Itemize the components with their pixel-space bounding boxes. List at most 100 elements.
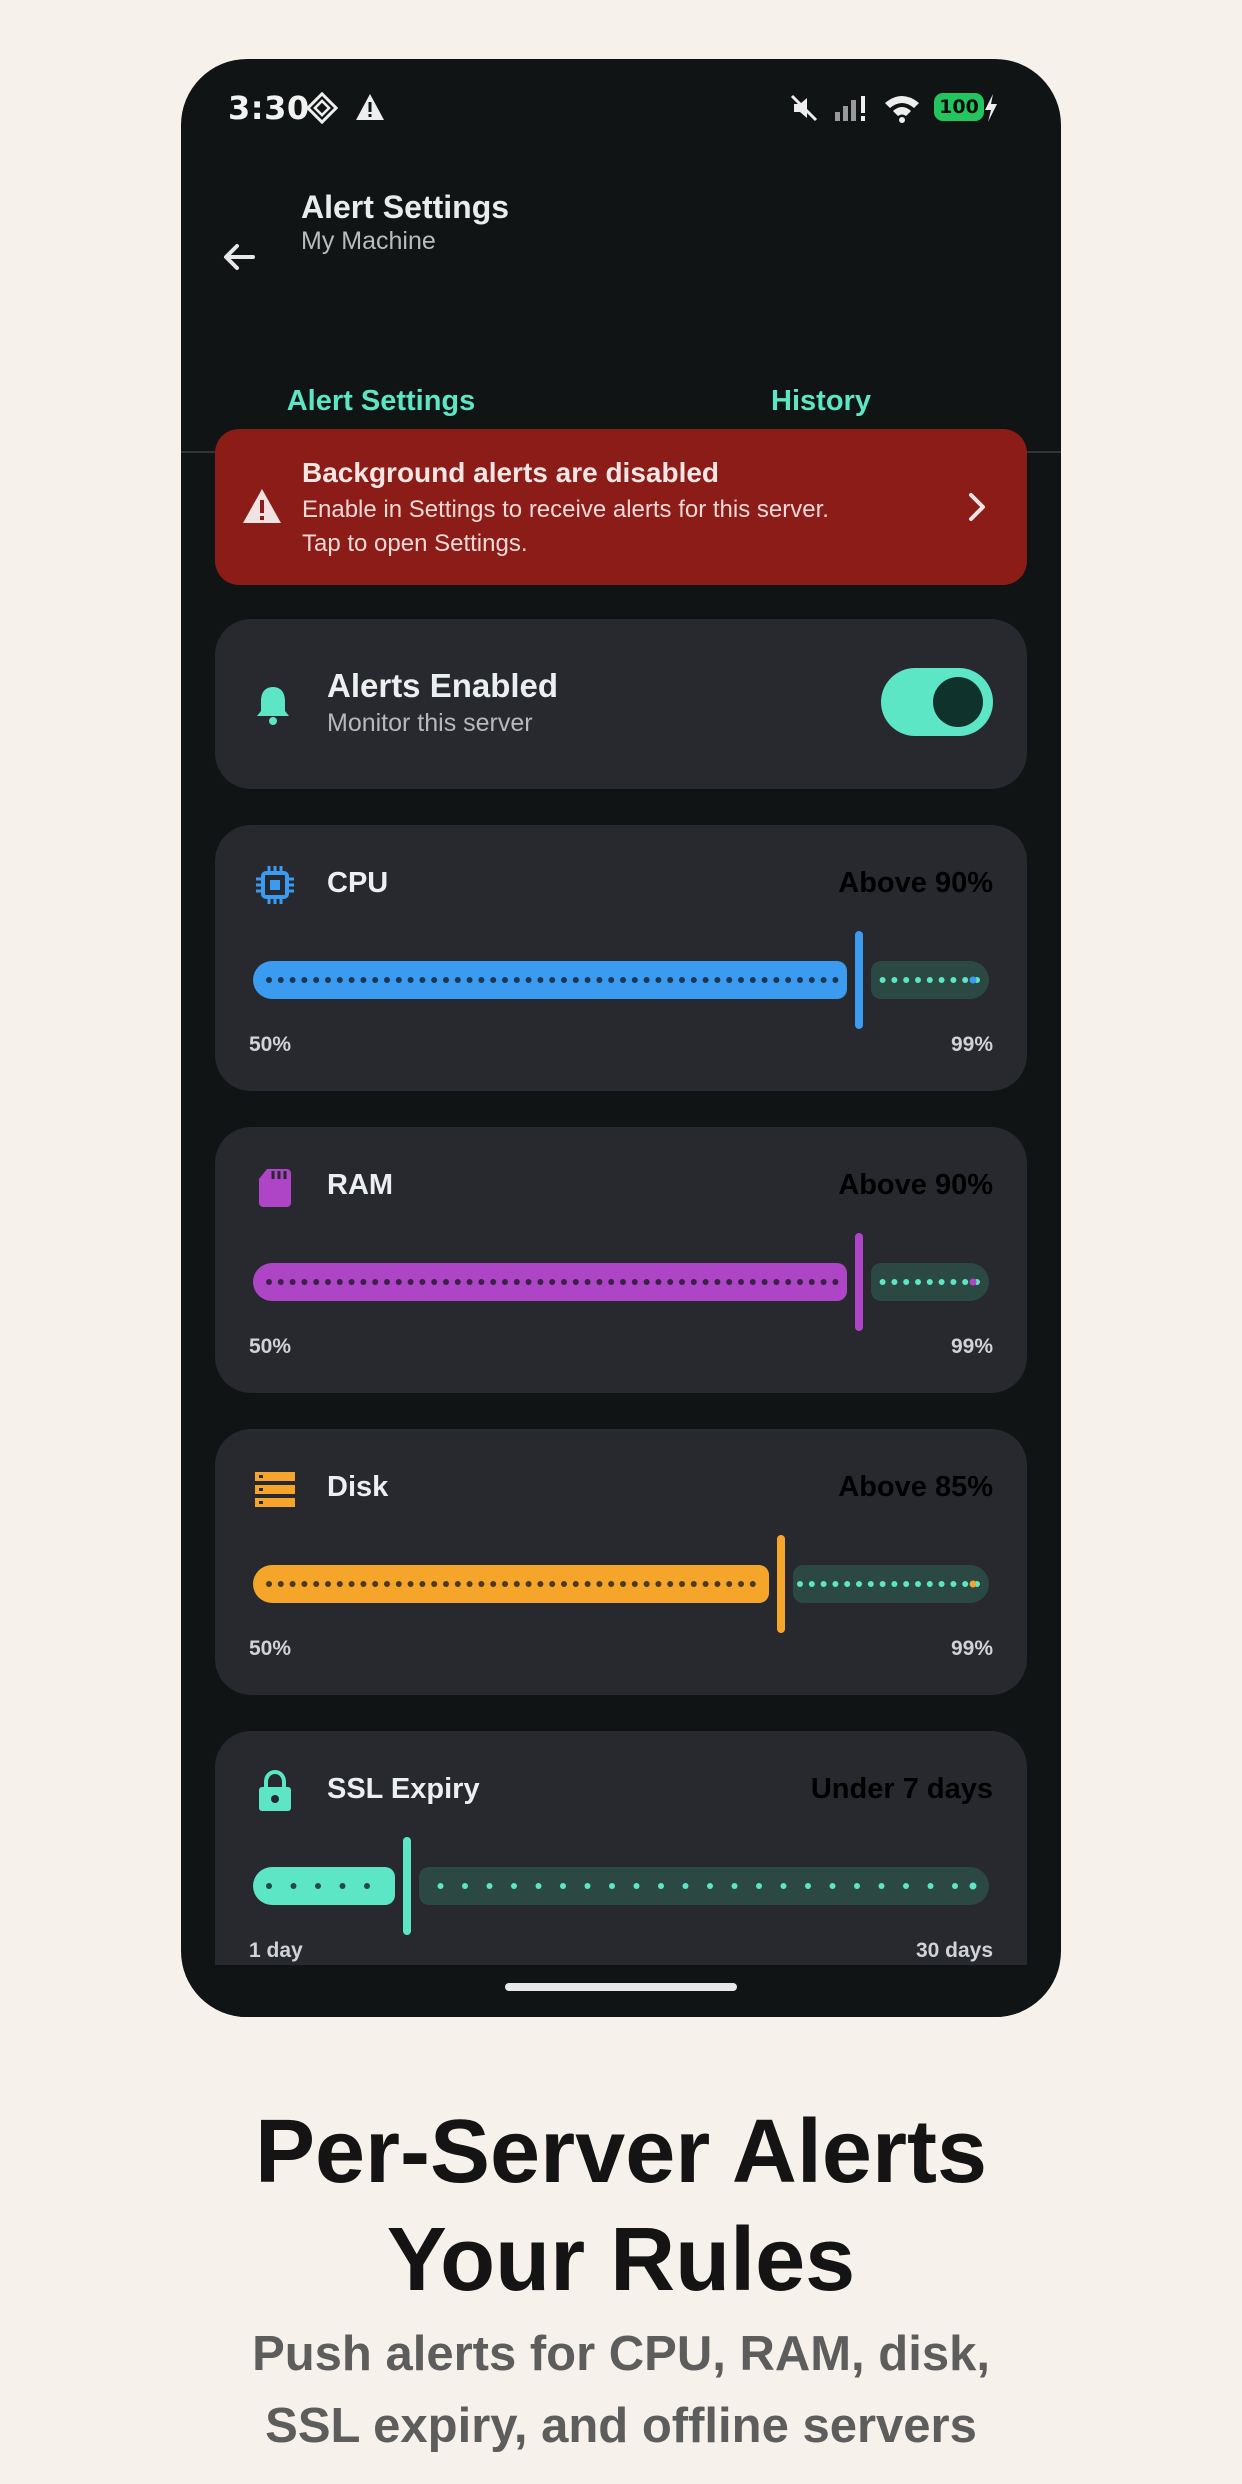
slider-tick xyxy=(584,1883,591,1889)
slider-tick xyxy=(513,1581,520,1587)
slider-tick xyxy=(714,1279,721,1285)
slider-tick xyxy=(277,1279,284,1285)
slider-tick xyxy=(419,977,426,983)
slider-tick xyxy=(938,1279,945,1285)
metric-threshold: Above 90% xyxy=(838,1169,993,1201)
slider-tick xyxy=(584,1279,591,1285)
slider-tick xyxy=(372,977,379,983)
slider-tick xyxy=(266,1883,272,1889)
slider-tick xyxy=(702,1279,709,1285)
slider-tick xyxy=(631,1581,638,1587)
scale-min-label: 50% xyxy=(249,1335,292,1358)
slider-tick xyxy=(513,1279,520,1285)
slider-tick xyxy=(384,977,390,983)
slider-end-tick xyxy=(969,976,977,984)
slider-tick xyxy=(525,977,532,983)
slider-tick xyxy=(702,977,709,983)
slider-tick xyxy=(478,1581,485,1587)
metric-name: RAM xyxy=(327,1169,394,1201)
warning-banner[interactable]: Background alerts are disabled Enable in… xyxy=(215,429,1027,585)
slider-tick xyxy=(549,1581,556,1587)
nav-bar-area xyxy=(181,1965,1061,2017)
slider-tick xyxy=(749,1279,756,1285)
slider-tick xyxy=(820,1581,827,1587)
slider-tick xyxy=(682,1883,689,1889)
slider-tick xyxy=(643,977,650,983)
slider-tick xyxy=(679,977,685,983)
slider-tick xyxy=(903,1279,910,1285)
slider-tick xyxy=(655,977,662,983)
metric-threshold: Above 85% xyxy=(838,1471,993,1503)
slider-tick-marks xyxy=(266,1580,980,1588)
alerts-enabled-card: Alerts Enabled Monitor this server xyxy=(215,619,1027,789)
warning-title: Background alerts are disabled xyxy=(302,457,720,488)
slider-tick xyxy=(962,1279,969,1285)
slider-tick xyxy=(325,1279,331,1285)
slider-tick xyxy=(364,1883,370,1889)
slider-tick xyxy=(761,977,768,983)
alerts-enabled-title: Alerts Enabled xyxy=(327,667,559,704)
slider-tick xyxy=(926,977,933,983)
slider-tick xyxy=(761,1279,768,1285)
scale-max-label: 30 days xyxy=(915,1939,993,1962)
slider-tick xyxy=(525,1279,532,1285)
slider-tick xyxy=(596,977,603,983)
slider-tick xyxy=(867,1581,874,1587)
subline-line-1: Push alerts for CPU, RAM, disk, xyxy=(252,2327,990,2381)
slider-tick xyxy=(407,1279,414,1285)
slider-tick xyxy=(707,1883,713,1889)
scale-min-label: 50% xyxy=(249,1637,292,1660)
phone-frame: 3:30 100 Alert Settings My Machine Alert… xyxy=(181,59,1061,2017)
slider-tick xyxy=(690,977,697,983)
slider-tick xyxy=(808,1581,815,1587)
lock-icon xyxy=(259,1769,291,1811)
slider-tick xyxy=(667,1279,674,1285)
bell-icon xyxy=(257,687,289,725)
slider-tick xyxy=(511,1883,517,1889)
threshold-slider[interactable] xyxy=(253,931,989,1029)
content-layer: Background alerts are disabled Enable in… xyxy=(181,59,1061,2017)
slider-tick xyxy=(596,1279,603,1285)
metric-card-cpu: CPU Above 90% 50% 99% xyxy=(215,825,1027,1091)
slider-tick-marks xyxy=(266,1278,980,1286)
slider-tick xyxy=(749,977,756,983)
slider-tick xyxy=(643,1581,650,1587)
slider-tick xyxy=(903,977,910,983)
slider-tick xyxy=(702,1581,709,1587)
slider-tick xyxy=(502,977,508,983)
slider-tick xyxy=(643,1279,650,1285)
slider-tick xyxy=(490,1279,497,1285)
home-indicator[interactable] xyxy=(505,1983,737,1991)
slider-tick xyxy=(431,1279,438,1285)
slider-tick xyxy=(950,1279,957,1285)
slider-tick xyxy=(419,1279,426,1285)
slider-tick xyxy=(301,977,308,983)
threshold-slider[interactable] xyxy=(253,1535,989,1633)
slider-tick xyxy=(443,1279,449,1285)
threshold-slider[interactable] xyxy=(253,1837,989,1935)
slider-tick xyxy=(535,1883,542,1889)
slider-tick xyxy=(407,977,414,983)
slider-tick xyxy=(266,1279,272,1285)
slider-tick xyxy=(714,977,721,983)
alerts-toggle[interactable] xyxy=(881,668,993,736)
slider-tick xyxy=(572,977,579,983)
scale-min-label: 1 day xyxy=(249,1939,303,1962)
slider-tick xyxy=(879,1581,886,1587)
slider-tick xyxy=(360,1581,367,1587)
slider-end-tick xyxy=(969,1580,977,1588)
slider-tick xyxy=(289,977,296,983)
slider-tick xyxy=(808,1279,815,1285)
slider-tick xyxy=(926,1581,933,1587)
slider-tick xyxy=(348,977,355,983)
slider-tick xyxy=(360,1279,367,1285)
slider-tick xyxy=(726,977,733,983)
slider-tick xyxy=(633,1883,640,1889)
threshold-slider[interactable] xyxy=(253,1233,989,1331)
slider-tick xyxy=(731,1883,738,1889)
slider-tick xyxy=(339,1883,346,1889)
slider-tick xyxy=(891,1581,898,1587)
slider-tick xyxy=(667,1581,674,1587)
warning-line-1: Enable in Settings to receive alerts for… xyxy=(302,496,829,523)
slider-tick xyxy=(313,977,320,983)
